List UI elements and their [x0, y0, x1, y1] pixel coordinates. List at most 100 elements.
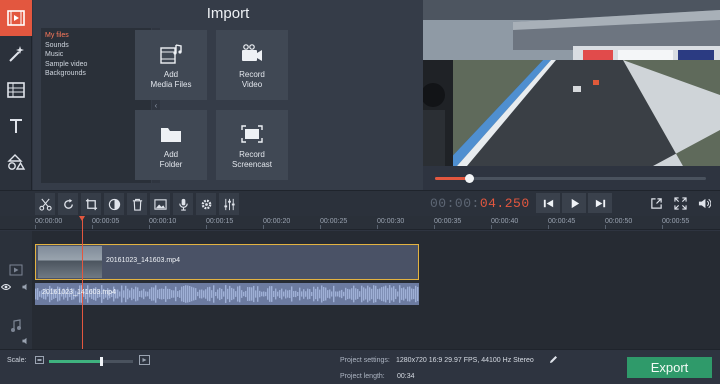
- zoom-out-icon[interactable]: [35, 356, 44, 364]
- record-screencast-button[interactable]: Record Screencast: [216, 110, 288, 180]
- skip-back-icon: [543, 199, 553, 207]
- rotate-button[interactable]: [58, 193, 78, 215]
- record-screencast-label-2: Screencast: [231, 160, 273, 169]
- ruler-tick: [206, 225, 207, 229]
- stickers-tab-button[interactable]: [0, 144, 32, 180]
- scale-slider-handle[interactable]: [100, 357, 104, 366]
- folder-icon: [161, 128, 181, 142]
- timecode-display: 00:00:04.250: [430, 196, 530, 211]
- transitions-tab-button[interactable]: [0, 72, 32, 108]
- audio-clip-name: 20161023_141603.mp4: [42, 289, 116, 296]
- video-preview-frame[interactable]: [423, 0, 720, 166]
- category-backgrounds[interactable]: Backgrounds: [45, 69, 147, 79]
- clip-thumbnail: [38, 246, 102, 278]
- import-tab-button[interactable]: [0, 0, 32, 36]
- timeline-ruler[interactable]: 00:00:00 00:00:05 00:00:10 00:00:15 00:00:20…: [0, 216, 720, 230]
- color-adjust-button[interactable]: [104, 193, 124, 215]
- add-folder-label-1: Add: [163, 150, 179, 159]
- pencil-edit-icon[interactable]: [549, 355, 558, 364]
- scale-slider[interactable]: [49, 357, 133, 366]
- zoom-in-icon[interactable]: [139, 355, 150, 365]
- preview-seek-bar[interactable]: [435, 174, 706, 183]
- category-music[interactable]: Music: [45, 50, 147, 60]
- race-track-frame-image: [423, 0, 720, 166]
- add-media-label-1: Add: [163, 70, 179, 79]
- playhead-line[interactable]: [82, 216, 83, 349]
- transport-controls: [536, 193, 612, 213]
- audio-clip[interactable]: 20161023_141603.mp4: [35, 283, 419, 305]
- record-video-button[interactable]: Record Video: [216, 30, 288, 100]
- music-note-icon: [11, 319, 21, 332]
- add-media-label-2: Media Files: [150, 80, 192, 89]
- ruler-tick-label: 00:00:20: [263, 218, 291, 225]
- seek-progress-fill: [435, 177, 469, 180]
- ruler-tick-label: 00:00:10: [149, 218, 177, 225]
- clip-settings-button[interactable]: [196, 193, 216, 215]
- ruler-tick: [491, 225, 492, 229]
- seek-handle[interactable]: [464, 174, 474, 183]
- category-sounds[interactable]: Sounds: [45, 41, 147, 51]
- rotate-icon: [63, 198, 73, 209]
- play-button[interactable]: [562, 193, 586, 213]
- shapes-icon: [7, 154, 26, 170]
- skip-forward-button[interactable]: [588, 193, 612, 213]
- export-frame-button[interactable]: [646, 193, 666, 213]
- category-my-files[interactable]: My files: [45, 31, 147, 41]
- video-track-header: [0, 231, 32, 313]
- audio-track-volume-icon[interactable]: [22, 337, 31, 345]
- project-length-value: 00:34: [397, 373, 415, 380]
- ruler-tick: [92, 225, 93, 229]
- ruler-tick-label: 00:00:45: [548, 218, 576, 225]
- ruler-tick: [605, 225, 606, 229]
- scale-slider-fill: [49, 360, 102, 363]
- camera-icon: [242, 44, 262, 61]
- ruler-tick: [320, 225, 321, 229]
- fullscreen-icon: [673, 196, 687, 210]
- ruler-tick-label: 00:00:30: [377, 218, 405, 225]
- ruler-tick-label: 00:00:50: [605, 218, 633, 225]
- video-clip[interactable]: 20161023_141603.mp4: [35, 244, 419, 280]
- edit-tools-group: [35, 193, 239, 215]
- cut-icon: [38, 198, 52, 211]
- import-panel: Import My files Sounds Music Sample vide…: [33, 0, 423, 190]
- screencast-icon: [241, 125, 263, 143]
- record-audio-button[interactable]: [173, 193, 193, 215]
- filters-tab-button[interactable]: [0, 36, 32, 72]
- fullscreen-button[interactable]: [670, 193, 690, 213]
- volume-button[interactable]: [694, 193, 714, 213]
- record-video-label-2: Video: [241, 80, 263, 89]
- export-button[interactable]: Export: [627, 357, 712, 378]
- delete-button[interactable]: [127, 193, 147, 215]
- ruler-tick-label: 00:00:05: [92, 218, 120, 225]
- microphone-icon: [178, 198, 188, 211]
- project-settings-value: 1280x720 16:9 29.97 FPS, 44100 Hz Stereo: [396, 357, 534, 364]
- track-volume-icon[interactable]: [22, 283, 31, 291]
- ruler-tick-label: 00:00:25: [320, 218, 348, 225]
- chevron-left-icon: ‹: [154, 101, 158, 110]
- add-media-files-button[interactable]: Add Media Files: [135, 30, 207, 100]
- ruler-tick: [662, 225, 663, 229]
- left-toolbar: [0, 0, 32, 212]
- play-icon: [571, 198, 579, 208]
- add-folder-button[interactable]: Add Folder: [135, 110, 207, 180]
- skip-back-button[interactable]: [536, 193, 560, 213]
- insert-image-button[interactable]: [150, 193, 170, 215]
- film-import-icon: [7, 10, 25, 26]
- timecode-prefix: 00:00:: [430, 196, 480, 211]
- equalizer-button[interactable]: [219, 193, 239, 215]
- scale-label: Scale:: [7, 357, 27, 364]
- titles-tab-button[interactable]: [0, 108, 32, 144]
- ruler-tick-label: 00:00:35: [434, 218, 462, 225]
- category-sample-video[interactable]: Sample video: [45, 60, 147, 70]
- add-media-icon: [160, 44, 182, 64]
- project-settings-label: Project settings:: [340, 357, 390, 364]
- export-frame-icon: [650, 197, 662, 209]
- crop-button[interactable]: [81, 193, 101, 215]
- preview-right-tools: [646, 193, 714, 213]
- cut-button[interactable]: [35, 193, 55, 215]
- equalizer-icon: [223, 198, 235, 210]
- crop-icon: [85, 198, 97, 210]
- eye-icon[interactable]: [1, 283, 11, 291]
- status-bar: Scale: Project settings: 1280x720 16:9 2…: [0, 349, 720, 384]
- playhead-marker[interactable]: [79, 216, 85, 221]
